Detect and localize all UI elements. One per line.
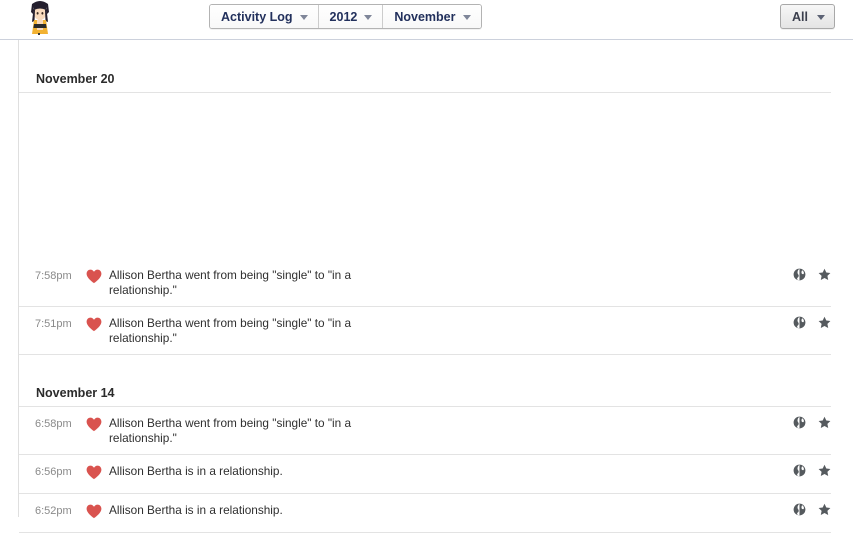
entry-text: Allison Bertha is in a relationship. — [109, 464, 283, 478]
star-icon[interactable] — [818, 316, 831, 329]
entry-actions — [793, 503, 831, 516]
top-bar: Activity Log 2012 November All — [0, 0, 853, 40]
entry-actions — [793, 464, 831, 477]
star-icon[interactable] — [818, 503, 831, 516]
nav-pill-activity-log-label: Activity Log — [221, 9, 293, 24]
entry-text: Allison Bertha went from being "single" … — [109, 268, 352, 297]
table-row[interactable]: 6:56pm Allison Bertha is in a relationsh… — [19, 455, 831, 494]
user-avatar[interactable] — [22, 0, 58, 38]
chevron-down-icon — [364, 14, 373, 20]
entry-actions — [793, 416, 831, 429]
section-date-heading: November 20 — [36, 72, 115, 86]
heart-icon — [81, 503, 107, 519]
empty-region — [19, 93, 853, 259]
globe-icon[interactable] — [793, 316, 806, 329]
entry-timestamp: 6:58pm — [35, 418, 72, 430]
entry-text: Allison Bertha went from being "single" … — [109, 416, 352, 445]
table-row[interactable]: 6:58pm Allison Bertha went from being "s… — [19, 407, 831, 455]
entry-actions — [793, 316, 831, 329]
heart-icon — [81, 464, 107, 480]
activity-log-content: November 20 7:58pm Allison Bertha went f… — [18, 40, 853, 533]
section-top-spacer — [19, 40, 853, 72]
chevron-down-icon — [299, 14, 308, 20]
nav-pill-month[interactable]: November — [383, 5, 481, 28]
star-icon[interactable] — [818, 464, 831, 477]
activity-section: November 20 7:58pm Allison Bertha went f… — [19, 40, 853, 355]
table-row[interactable]: 6:52pm Allison Bertha is in a relationsh… — [19, 494, 831, 533]
chevron-down-icon — [462, 14, 471, 20]
table-row[interactable]: 7:51pm Allison Bertha went from being "s… — [19, 307, 831, 355]
entry-timestamp: 7:51pm — [35, 318, 72, 330]
globe-icon[interactable] — [793, 268, 806, 281]
star-icon[interactable] — [818, 268, 831, 281]
entry-timestamp: 6:56pm — [35, 466, 72, 478]
globe-icon[interactable] — [793, 464, 806, 477]
star-icon[interactable] — [818, 416, 831, 429]
section-top-spacer — [19, 355, 853, 386]
entry-actions — [793, 268, 831, 281]
section-date-heading: November 14 — [36, 386, 115, 400]
entry-text: Allison Bertha went from being "single" … — [109, 316, 352, 345]
chevron-down-icon — [817, 14, 825, 20]
heart-icon — [81, 416, 107, 432]
nav-pill-year[interactable]: 2012 — [318, 5, 384, 28]
globe-icon[interactable] — [793, 416, 806, 429]
entry-timestamp: 6:52pm — [35, 505, 72, 517]
heart-icon — [81, 316, 107, 332]
activity-log-nav: Activity Log 2012 November — [209, 4, 482, 29]
activity-section: November 14 6:58pm Allison Bertha went f… — [19, 355, 853, 533]
nav-pill-month-label: November — [394, 9, 456, 24]
filter-all-button[interactable]: All — [780, 4, 835, 29]
filter-all-label: All — [792, 9, 808, 24]
nav-pill-activity-log[interactable]: Activity Log — [210, 5, 319, 28]
entry-text: Allison Bertha is in a relationship. — [109, 503, 283, 517]
globe-icon[interactable] — [793, 503, 806, 516]
table-row[interactable]: 7:58pm Allison Bertha went from being "s… — [19, 259, 831, 307]
avatar-image — [22, 0, 58, 38]
nav-pill-year-label: 2012 — [329, 9, 358, 24]
entry-timestamp: 7:58pm — [35, 270, 72, 282]
heart-icon — [81, 268, 107, 284]
